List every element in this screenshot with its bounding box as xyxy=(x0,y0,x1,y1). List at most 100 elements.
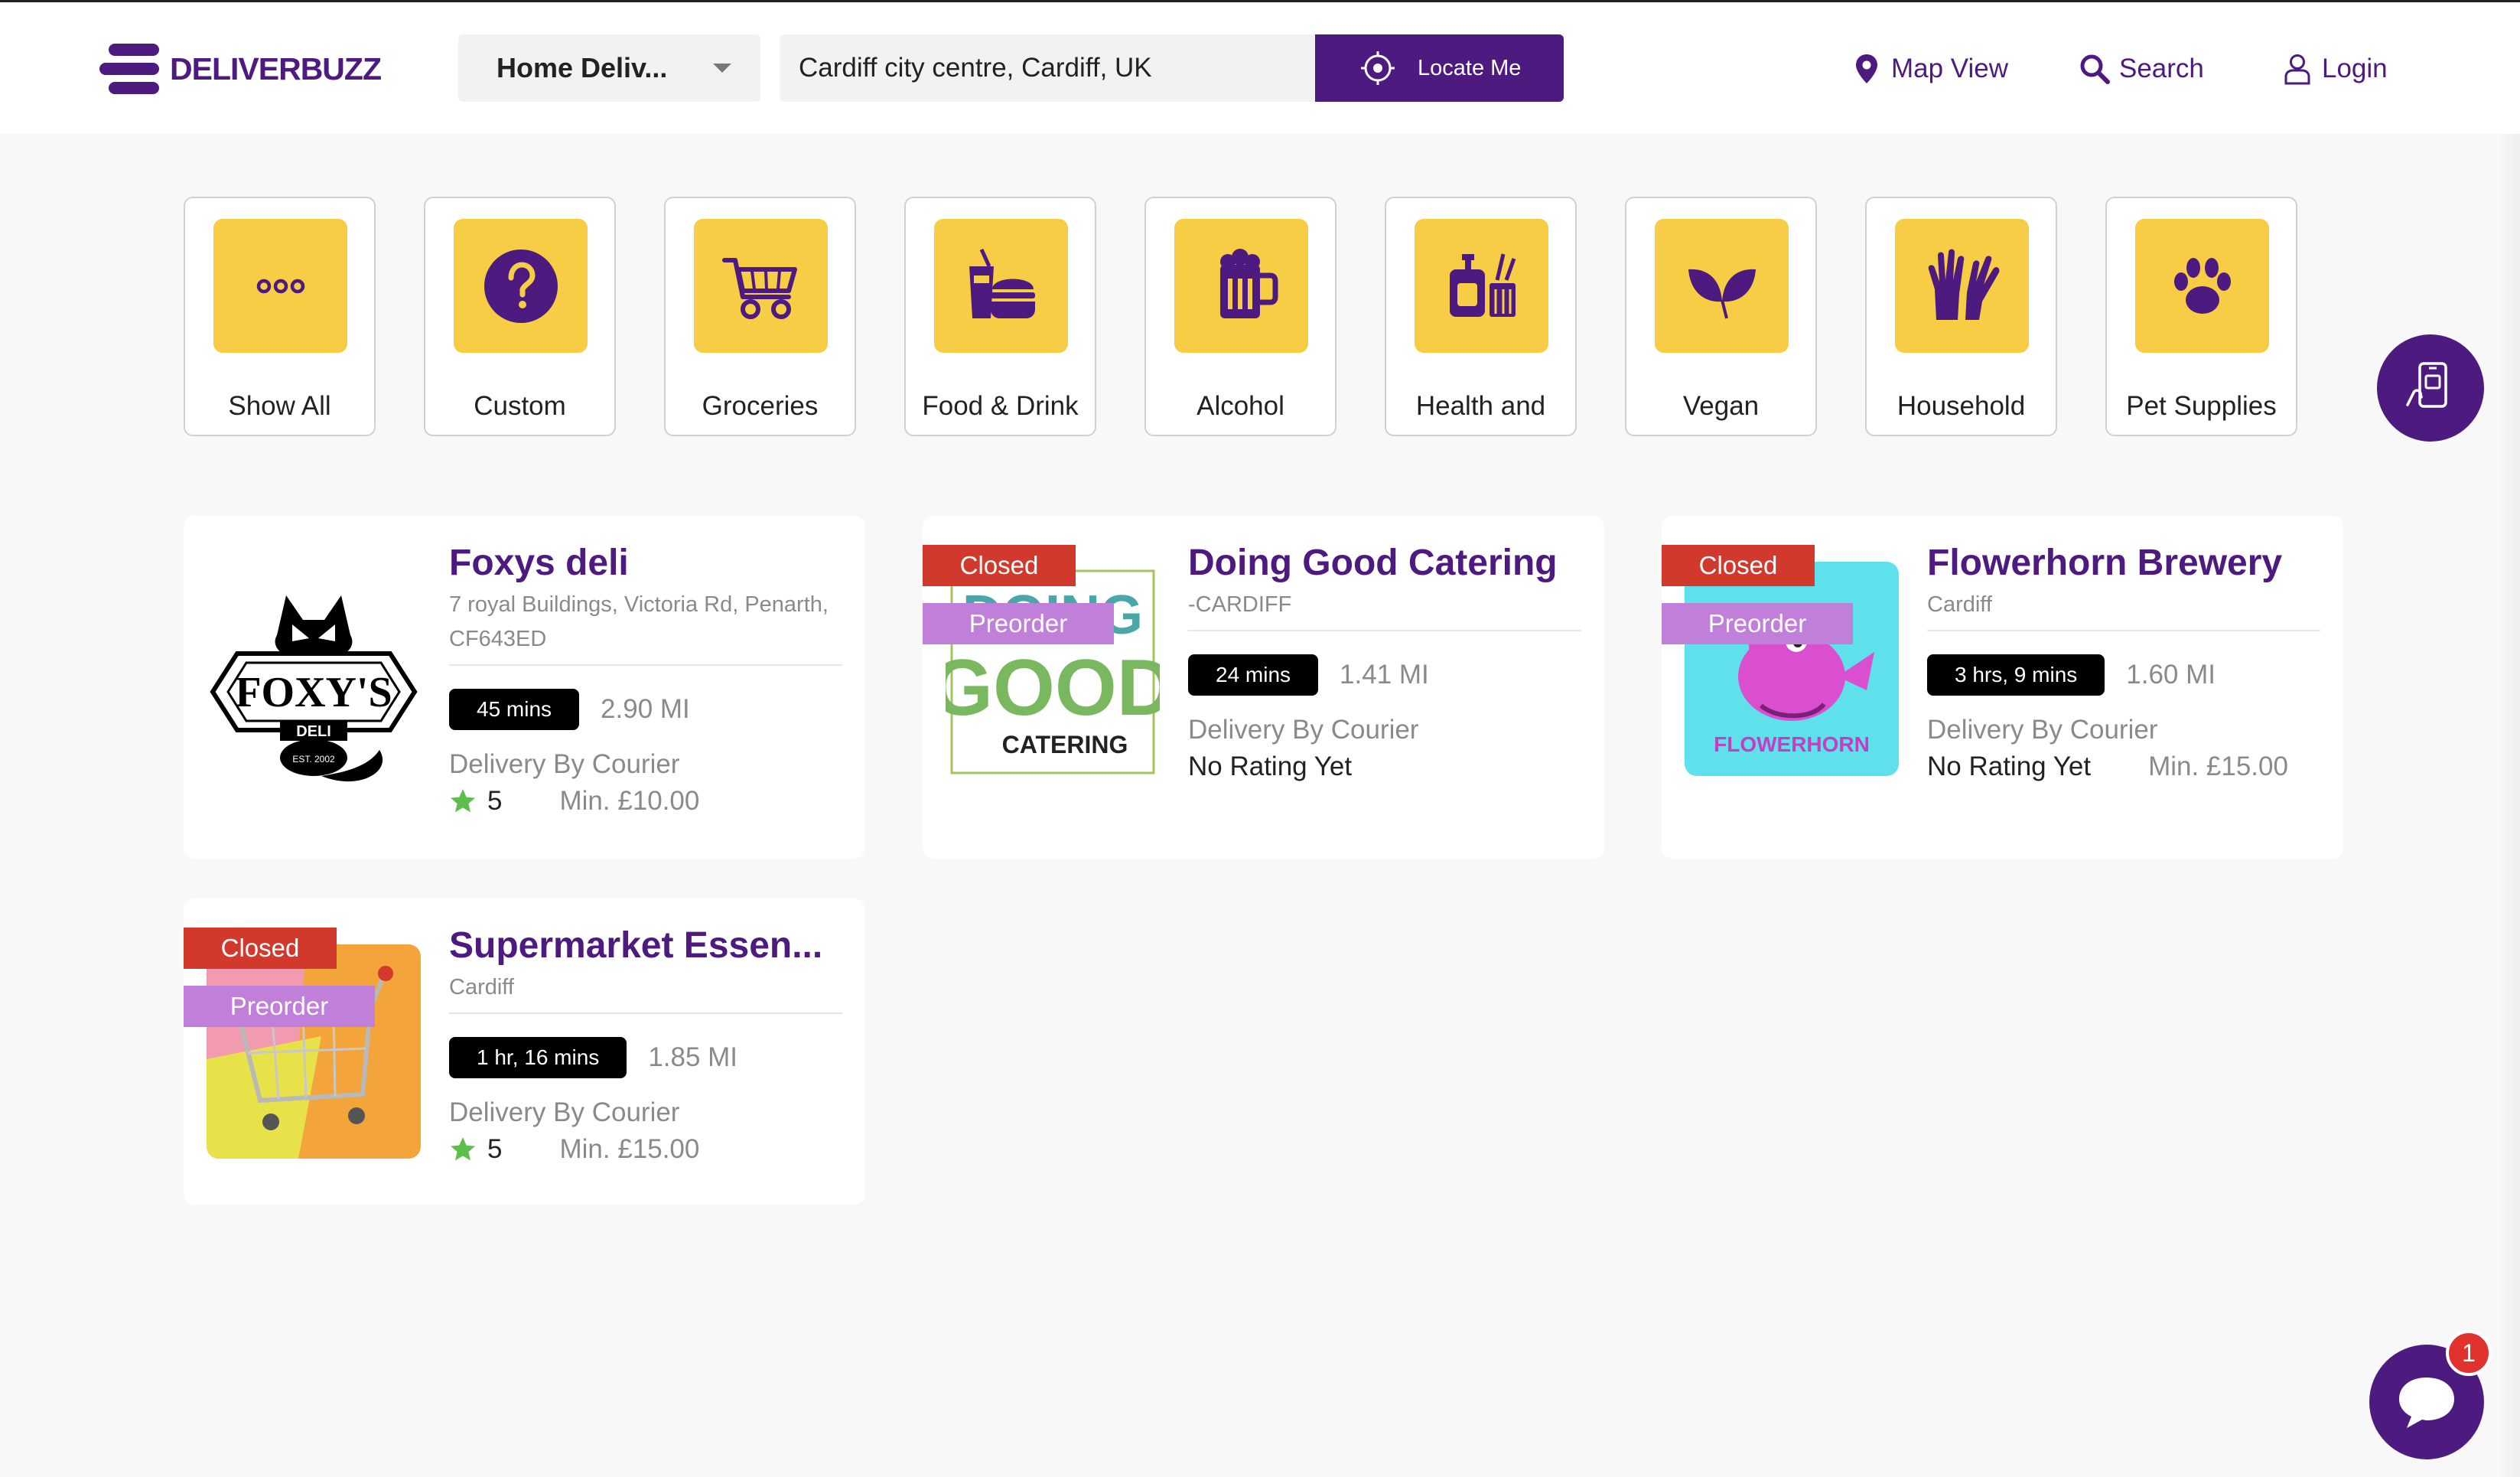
store-logo: DOING GOOD CATERING xyxy=(946,565,1160,779)
category-pet-supplies[interactable]: Pet Supplies xyxy=(2105,197,2297,436)
delivery-method: Delivery By Courier xyxy=(1188,715,1419,745)
category-custom[interactable]: Custom xyxy=(424,197,616,436)
search-link[interactable]: Search xyxy=(2078,50,2204,88)
search-label: Search xyxy=(2119,54,2204,83)
star-icon xyxy=(451,789,475,813)
category-label: Food & Drink xyxy=(922,391,1079,421)
delivery-method: Delivery By Courier xyxy=(1927,715,2158,745)
store-name[interactable]: Foxys deli xyxy=(449,539,842,588)
category-label: Health and xyxy=(1415,391,1546,421)
store-info: Flowerhorn Brewery Cardiff 3 hrs, 9 mins… xyxy=(1927,539,2320,786)
store-distance: 1.85 MI xyxy=(648,1042,738,1072)
category-tile xyxy=(454,219,588,353)
divider xyxy=(1188,630,1581,631)
user-icon xyxy=(2284,54,2310,85)
store-logo xyxy=(207,944,421,1159)
store-name[interactable]: Flowerhorn Brewery xyxy=(1927,539,2320,588)
store-address: 7 royal Buildings, Victoria Rd, Penarth,… xyxy=(449,592,829,651)
svg-text:DELI: DELI xyxy=(296,723,331,740)
map-view-link[interactable]: Map View xyxy=(1850,50,2008,88)
store-address: -CARDIFF xyxy=(1188,592,1292,617)
doing-good-logo-image: DOING GOOD CATERING xyxy=(946,569,1160,774)
top-header: DELIVERBUZZ Home Deliv... Locate Me Map … xyxy=(0,2,2520,134)
closed-badge: Closed xyxy=(1662,545,1815,586)
store-distance: 1.60 MI xyxy=(2126,660,2216,690)
closed-badge: Closed xyxy=(184,928,337,969)
svg-text:EST. 2002: EST. 2002 xyxy=(292,754,335,765)
store-rating: No Rating Yet xyxy=(1927,752,2092,781)
category-tile xyxy=(1415,219,1548,353)
store-logo: FLOWERHORN xyxy=(1685,562,1899,776)
delivery-time-badge: 24 mins xyxy=(1188,654,1319,696)
store-card-doing-good-catering[interactable]: DOING GOOD CATERING Closed Preorder Doin… xyxy=(923,516,1604,859)
delivery-method: Delivery By Courier xyxy=(449,749,680,779)
minimum-order: Min. £10.00 xyxy=(559,786,700,816)
category-vegan[interactable]: Vegan xyxy=(1625,197,1817,436)
category-label: Custom xyxy=(474,391,566,421)
category-label: Alcohol xyxy=(1197,391,1284,421)
store-rating: 5 xyxy=(487,786,503,816)
delivery-time-badge: 3 hrs, 9 mins xyxy=(1927,654,2105,696)
svg-text:FOXY'S: FOXY'S xyxy=(235,669,392,716)
store-name[interactable]: Doing Good Catering xyxy=(1188,539,1581,588)
store-card-foxys-deli[interactable]: FOXY'S DELI EST. 2002 Foxys deli 7 royal… xyxy=(184,516,865,859)
delivery-method: Delivery By Courier xyxy=(449,1097,680,1127)
preorder-badge: Preorder xyxy=(184,986,375,1027)
category-groceries[interactable]: Groceries xyxy=(664,197,856,436)
brand-logo[interactable]: DELIVERBUZZ xyxy=(98,42,382,96)
delivery-mode-value: Home Deliv... xyxy=(497,52,668,83)
category-show-all[interactable]: Show All xyxy=(184,197,376,436)
shopping-cart-photo-image xyxy=(207,944,421,1159)
gloves-icon xyxy=(1928,249,1999,320)
health-icon xyxy=(1449,253,1516,317)
beer-icon xyxy=(1219,248,1278,318)
store-card-supermarket-essentials[interactable]: Closed Preorder Supermarket Essen... Car… xyxy=(184,898,865,1205)
category-tile xyxy=(1895,219,2029,353)
delivery-mode-select[interactable]: Home Deliv... xyxy=(458,34,760,102)
brand-name: DELIVERBUZZ xyxy=(170,51,382,86)
minimum-order: Min. £15.00 xyxy=(2148,752,2288,781)
category-label: Household xyxy=(1897,391,2026,421)
address-input[interactable] xyxy=(780,34,1315,102)
store-info: Doing Good Catering -CARDIFF 24 mins 1.4… xyxy=(1188,539,1581,786)
scrollbar-shadow xyxy=(2497,134,2520,1477)
store-card-flowerhorn-brewery[interactable]: FLOWERHORN Closed Preorder Flowerhorn Br… xyxy=(1662,516,2343,859)
category-alcohol[interactable]: Alcohol xyxy=(1144,197,1337,436)
store-info: Supermarket Essen... Cardiff 1 hr, 16 mi… xyxy=(449,921,842,1169)
category-label: Pet Supplies xyxy=(2126,391,2277,421)
leaf-icon xyxy=(1688,269,1756,318)
preorder-badge: Preorder xyxy=(923,603,1114,644)
category-tile xyxy=(1655,219,1789,353)
category-label: Groceries xyxy=(702,391,819,421)
store-rating: 5 xyxy=(487,1134,503,1164)
category-tile xyxy=(934,219,1068,353)
minimum-order: Min. £15.00 xyxy=(559,1134,700,1164)
crosshair-icon xyxy=(1361,51,1395,85)
question-icon xyxy=(483,249,558,323)
category-food-drink[interactable]: Food & Drink xyxy=(904,197,1096,436)
login-label: Login xyxy=(2322,54,2388,83)
paw-icon xyxy=(2173,257,2231,314)
store-name[interactable]: Supermarket Essen... xyxy=(449,921,842,970)
chat-bubble-icon xyxy=(2399,1378,2454,1428)
store-logo: FOXY'S DELI EST. 2002 xyxy=(207,580,421,794)
divider xyxy=(449,1012,842,1014)
preorder-badge: Preorder xyxy=(1662,603,1853,644)
map-view-label: Map View xyxy=(1891,54,2009,83)
locate-me-label: Locate Me xyxy=(1418,55,1522,80)
store-address: Cardiff xyxy=(449,975,514,999)
locate-me-button[interactable]: Locate Me xyxy=(1315,34,1564,102)
burger-drink-icon xyxy=(969,248,1035,318)
svg-text:FLOWERHORN: FLOWERHORN xyxy=(1714,732,1870,756)
svg-text:CATERING: CATERING xyxy=(1002,731,1128,758)
chat-unread-badge: 1 xyxy=(2446,1330,2492,1376)
category-household[interactable]: Household xyxy=(1865,197,2057,436)
login-link[interactable]: Login xyxy=(2281,50,2388,88)
store-info: Foxys deli 7 royal Buildings, Victoria R… xyxy=(449,539,842,820)
dots-icon xyxy=(256,279,304,293)
category-health[interactable]: Health and xyxy=(1385,197,1577,436)
mobile-app-button[interactable] xyxy=(2377,334,2484,442)
flowerhorn-logo-image: FLOWERHORN xyxy=(1685,562,1899,776)
phone-order-icon xyxy=(2406,362,2447,408)
divider xyxy=(1927,630,2320,631)
